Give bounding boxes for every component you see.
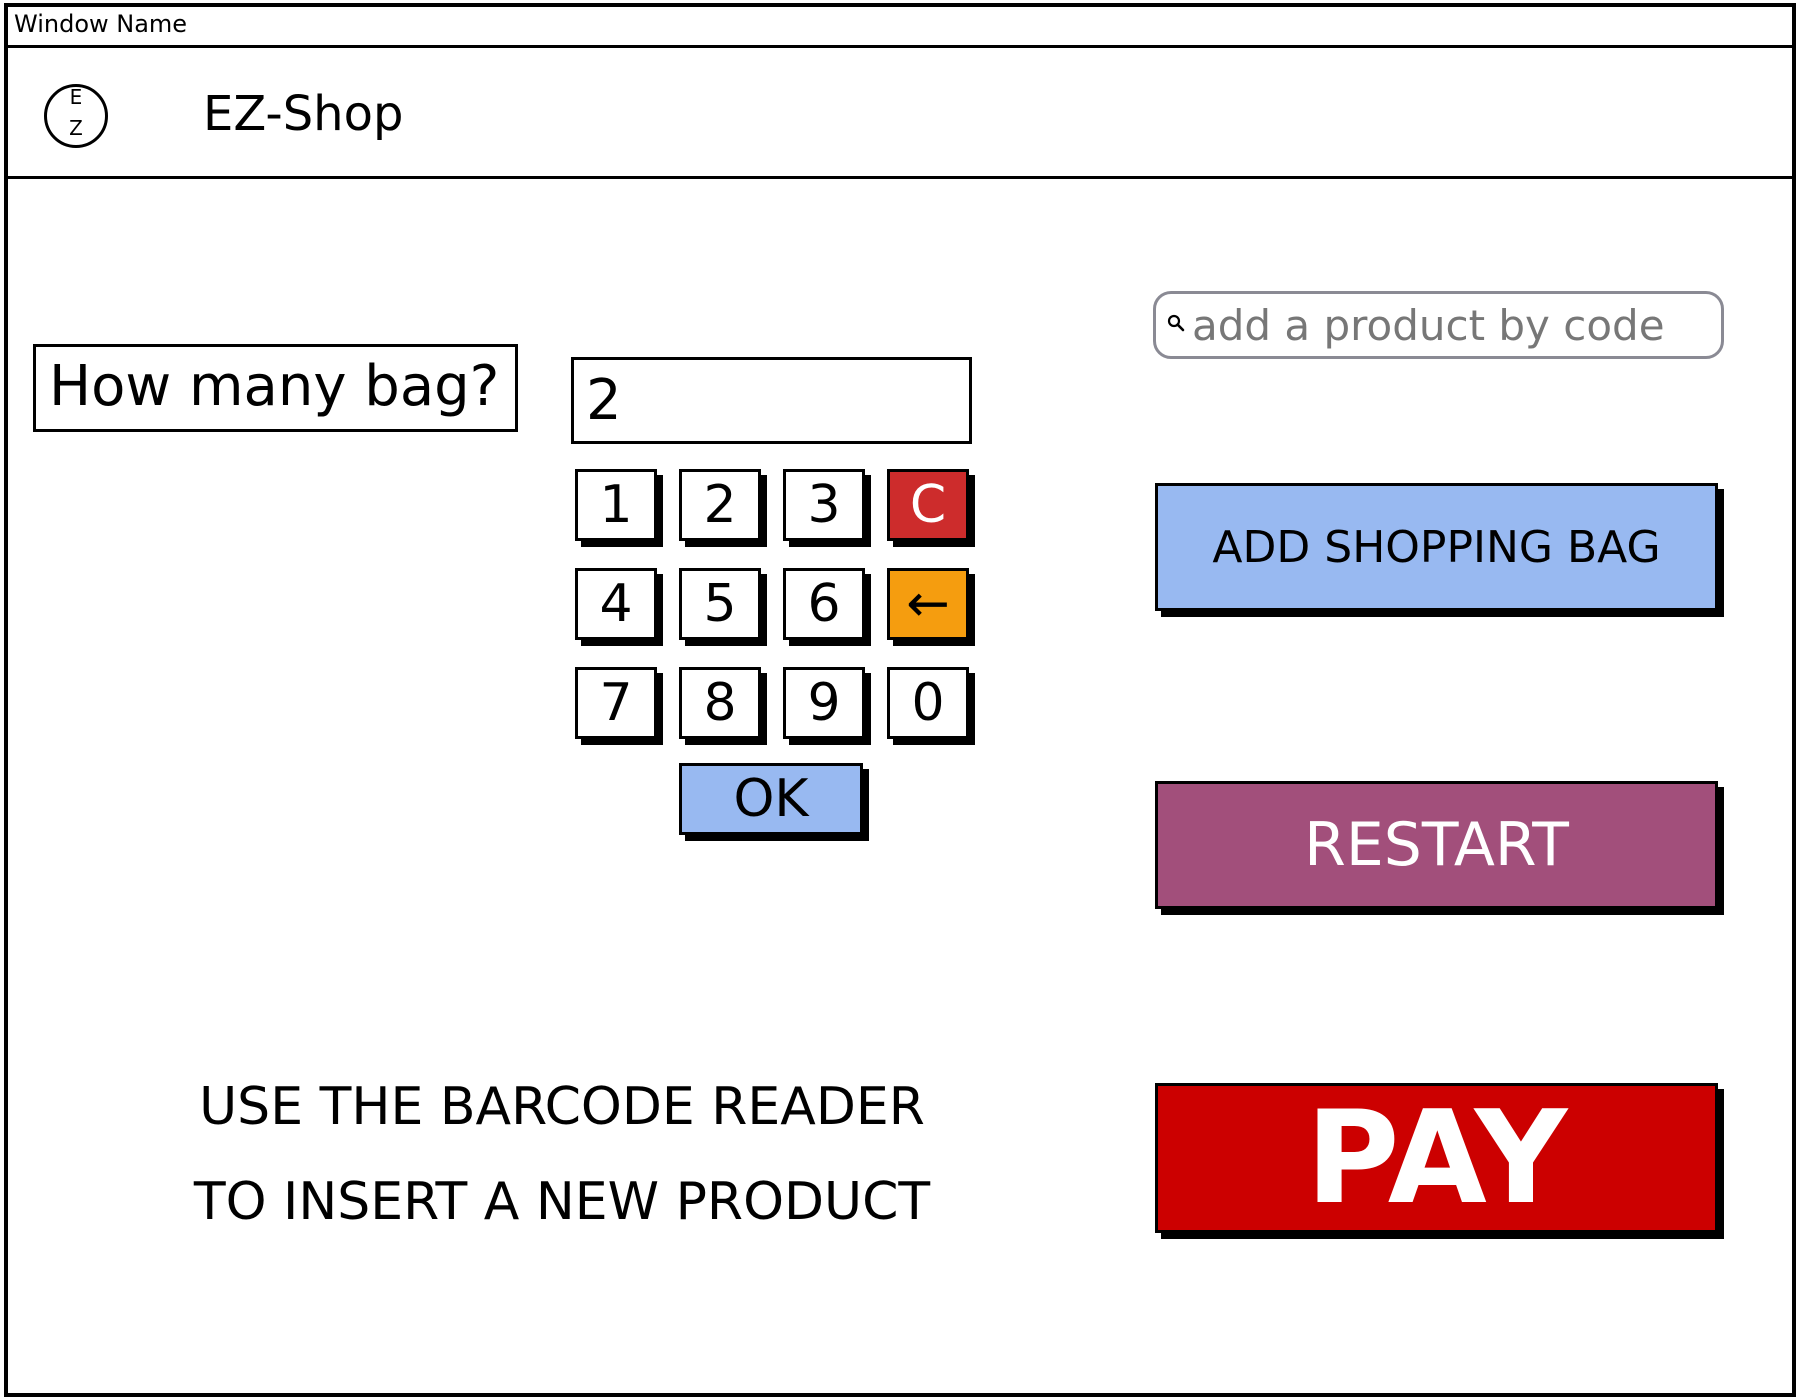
keypad-ok-button[interactable]: OK: [679, 763, 863, 835]
keypad-key-2[interactable]: 2: [679, 469, 761, 541]
barcode-instruction-line-2: TO INSERT A NEW PRODUCT: [193, 1172, 931, 1232]
keypad-key-6[interactable]: 6: [783, 568, 865, 640]
keypad-key-1[interactable]: 1: [575, 469, 657, 541]
keypad-key-3[interactable]: 3: [783, 469, 865, 541]
app-title: EZ-Shop: [203, 86, 404, 142]
restart-button[interactable]: RESTART: [1155, 781, 1718, 909]
logo-letter-bottom: Z: [69, 116, 83, 140]
add-shopping-bag-button[interactable]: ADD SHOPPING BAG: [1155, 483, 1718, 611]
pay-button[interactable]: PAY: [1155, 1083, 1718, 1233]
search-icon: [1167, 314, 1185, 332]
keypad-clear-key[interactable]: C: [887, 469, 969, 541]
product-code-input[interactable]: [1192, 294, 1717, 356]
keypad-key-7[interactable]: 7: [575, 667, 657, 739]
window-title: Window Name: [14, 10, 188, 38]
keypad-key-8[interactable]: 8: [679, 667, 761, 739]
keypad-key-9[interactable]: 9: [783, 667, 865, 739]
keypad-key-0[interactable]: 0: [887, 667, 969, 739]
keypad-key-5[interactable]: 5: [679, 568, 761, 640]
backspace-arrow-icon[interactable]: ←: [887, 568, 969, 640]
window-titlebar: [4, 3, 1796, 48]
bag-count-input[interactable]: [571, 357, 972, 444]
barcode-instruction-line-1: USE THE BARCODE READER: [199, 1077, 925, 1137]
bag-count-label: How many bag?: [33, 344, 518, 432]
keypad-key-4[interactable]: 4: [575, 568, 657, 640]
logo-letter-top: E: [69, 85, 83, 109]
header-divider: [4, 176, 1796, 179]
